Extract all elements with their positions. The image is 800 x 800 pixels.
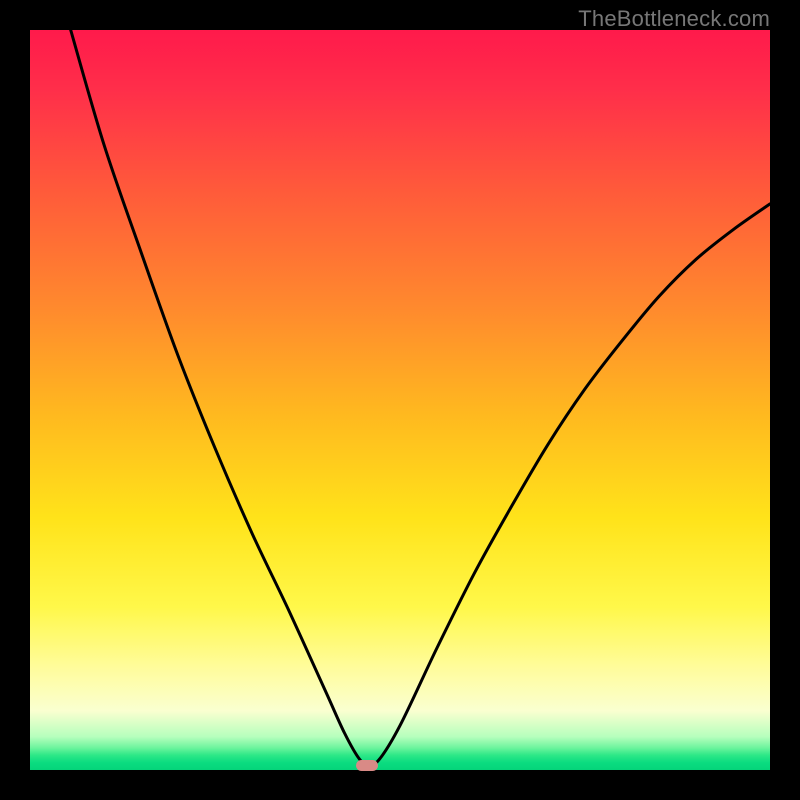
optimal-marker	[356, 760, 378, 771]
plot-area	[30, 30, 770, 770]
chart-container: TheBottleneck.com	[0, 0, 800, 800]
curve-svg	[30, 30, 770, 770]
bottleneck-curve	[71, 30, 770, 764]
watermark-text: TheBottleneck.com	[578, 6, 770, 32]
